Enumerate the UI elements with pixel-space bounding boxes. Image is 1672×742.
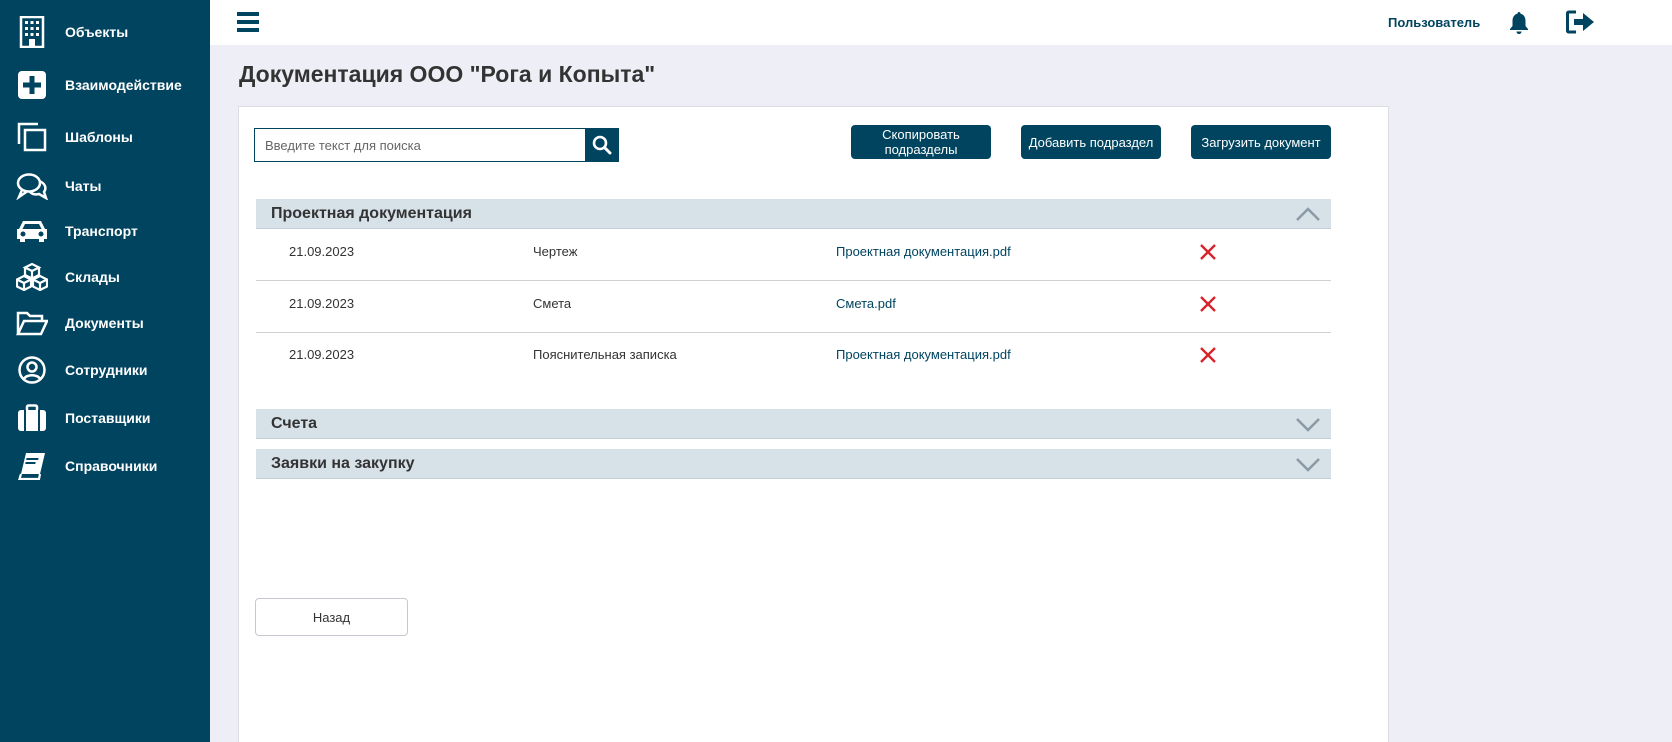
section-title: Заявки на закупку xyxy=(271,455,415,472)
row-doc-type: Пояснительная записка xyxy=(533,347,677,362)
building-icon xyxy=(15,15,49,49)
sidebar-item-transport[interactable]: Транспорт xyxy=(0,211,210,251)
sidebar-item-employees[interactable]: Сотрудники xyxy=(0,350,210,390)
user-menu-link[interactable]: Пользователь xyxy=(1388,15,1480,30)
chevron-up-icon xyxy=(1296,207,1320,221)
sidebar-item-label: Сотрудники xyxy=(65,362,148,378)
copy-subsections-button[interactable]: Скопировать подразделы xyxy=(851,125,991,159)
logout-icon[interactable] xyxy=(1566,10,1596,34)
add-subsection-button[interactable]: Добавить подраздел xyxy=(1021,125,1161,159)
table-row: 21.09.2023 Пояснительная записка Проектн… xyxy=(256,332,1331,384)
sidebar-item-label: Справочники xyxy=(65,458,158,474)
chevron-down-icon xyxy=(1296,458,1320,472)
delete-x-icon[interactable] xyxy=(1199,243,1217,261)
upload-document-button[interactable]: Загрузить документ xyxy=(1191,125,1331,159)
sidebar-item-templates[interactable]: Шаблоны xyxy=(0,117,210,157)
chat-icon xyxy=(15,169,49,203)
briefcase-icon xyxy=(15,401,49,435)
row-date: 21.09.2023 xyxy=(289,347,355,362)
sidebar-item-references[interactable]: Справочники xyxy=(0,446,210,486)
row-doc-type: Смета xyxy=(533,296,572,311)
sidebar-item-label: Объекты xyxy=(65,24,129,40)
section-header-purchase-requests[interactable]: Заявки на закупку xyxy=(256,449,1331,479)
row-date: 21.09.2023 xyxy=(289,244,355,259)
row-file-link[interactable]: Проектная документация.pdf xyxy=(836,347,1011,362)
section-header-invoices[interactable]: Счета xyxy=(256,409,1331,439)
table-row: 21.09.2023 Смета Смета.pdf xyxy=(256,281,1331,333)
sidebar-item-label: Транспорт xyxy=(65,223,138,239)
sidebar-item-documents[interactable]: Документы xyxy=(0,303,210,343)
notifications-bell-icon[interactable] xyxy=(1507,11,1531,35)
car-icon xyxy=(15,214,49,248)
user-circle-icon xyxy=(15,353,49,387)
copy-icon xyxy=(15,120,49,154)
sidebar-item-label: Чаты xyxy=(65,178,102,194)
sidebar: Объекты Взаимодействие Шаблоны Чаты Тран… xyxy=(0,0,210,742)
page-title: Документация ООО "Рога и Копыта" xyxy=(239,61,656,87)
sidebar-item-label: Поставщики xyxy=(65,410,151,426)
sidebar-item-chats[interactable]: Чаты xyxy=(0,166,210,206)
row-date: 21.09.2023 xyxy=(289,296,355,311)
sidebar-item-interaction[interactable]: Взаимодействие xyxy=(0,65,210,105)
row-doc-type: Чертеж xyxy=(533,244,578,259)
search-icon xyxy=(592,135,611,155)
menu-toggle-icon[interactable] xyxy=(237,12,259,32)
chevron-down-icon xyxy=(1296,418,1320,432)
section-title: Проектная документация xyxy=(271,205,472,222)
sidebar-item-label: Склады xyxy=(65,269,120,285)
book-icon xyxy=(15,449,49,483)
sidebar-item-label: Взаимодействие xyxy=(65,77,182,93)
top-bar: Пользователь xyxy=(210,0,1672,45)
plus-square-icon xyxy=(15,68,49,102)
sidebar-item-objects[interactable]: Объекты xyxy=(0,12,210,52)
boxes-icon xyxy=(15,260,49,294)
section-title: Счета xyxy=(271,415,318,432)
search-input[interactable] xyxy=(255,129,585,161)
sidebar-item-suppliers[interactable]: Поставщики xyxy=(0,398,210,438)
table-row: 21.09.2023 Чертеж Проектная документация… xyxy=(256,229,1331,281)
delete-x-icon[interactable] xyxy=(1199,295,1217,313)
sidebar-item-label: Шаблоны xyxy=(65,129,133,145)
section-header-project-docs[interactable]: Проектная документация xyxy=(256,199,1331,229)
documents-card: Скопировать подразделы Добавить подразде… xyxy=(238,106,1389,742)
sidebar-item-warehouses[interactable]: Склады xyxy=(0,257,210,297)
row-file-link[interactable]: Смета.pdf xyxy=(836,296,896,311)
sidebar-item-label: Документы xyxy=(65,315,144,331)
search-button[interactable] xyxy=(585,129,618,161)
back-button[interactable]: Назад xyxy=(255,598,408,636)
row-file-link[interactable]: Проектная документация.pdf xyxy=(836,244,1011,259)
search-box xyxy=(254,128,619,162)
folder-open-icon xyxy=(15,306,49,340)
delete-x-icon[interactable] xyxy=(1199,346,1217,364)
